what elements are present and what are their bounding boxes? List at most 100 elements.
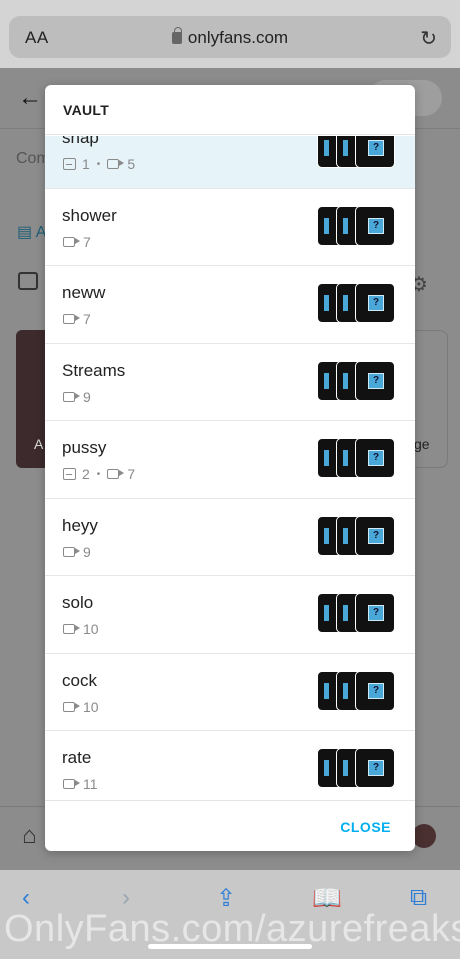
close-button[interactable]: CLOSE [340, 819, 391, 835]
vault-item[interactable]: pussy 2 • 7? [45, 421, 415, 499]
vault-item-thumbnails: ? [317, 670, 397, 711]
placeholder-icon: ? [368, 450, 384, 466]
vault-item-name: pussy [62, 438, 107, 457]
vault-item-thumbnails: ? [317, 136, 397, 168]
modal-footer: CLOSE [45, 800, 415, 851]
placeholder-edge [343, 682, 348, 699]
vault-item-thumbnails: ? [317, 438, 397, 478]
url-field[interactable]: AA onlyfans.com ↻ [9, 16, 451, 58]
video-icon [63, 624, 75, 634]
modal-header: VAULT [45, 85, 415, 135]
vault-item-thumbnails: ? [317, 515, 397, 556]
vault-item-counts: 11 [63, 776, 98, 792]
thumbnail-label: A [34, 436, 44, 452]
vault-modal: VAULT snap 1 • 5? shower 7? neww 7? Streams 9? pus… [45, 85, 415, 851]
video-icon [63, 236, 75, 247]
vault-item-counts: 2 • 7 [63, 466, 135, 482]
vault-item-counts: 9 [63, 544, 91, 560]
video-icon [63, 546, 75, 557]
thumbnail-image-icon: ? [355, 515, 395, 556]
video-count: 10 [83, 621, 99, 637]
modal-title: VAULT [63, 102, 110, 118]
video-icon [63, 314, 75, 324]
placeholder-edge [343, 372, 348, 389]
vault-item[interactable]: heyy 9? [45, 499, 415, 576]
reload-icon[interactable]: ↻ [420, 26, 437, 51]
url-text: onlyfans.com [187, 28, 289, 47]
count-separator: • [96, 468, 101, 480]
vault-item[interactable]: rate 11? [45, 731, 415, 800]
vault-item-thumbnails: ? [317, 360, 397, 401]
vault-item[interactable]: cock 10? [45, 654, 415, 731]
placeholder-edge [343, 605, 348, 621]
vault-item-counts: 9 [63, 389, 91, 405]
thumbnail-image-icon: ? [355, 438, 395, 478]
lock-icon [171, 27, 182, 44]
placeholder-icon: ? [368, 527, 384, 544]
vault-item-counts: 10 [63, 699, 99, 715]
placeholder-edge [324, 527, 329, 544]
vault-item[interactable]: neww 7? [45, 266, 415, 344]
placeholder-icon: ? [368, 760, 384, 776]
placeholder-edge [324, 372, 329, 389]
thumbnail-image-icon: ? [355, 283, 395, 323]
vault-item-thumbnails: ? [317, 205, 397, 246]
image-icon[interactable] [18, 272, 38, 290]
video-icon [107, 159, 120, 169]
video-icon [63, 391, 75, 402]
thumbnail-image-icon: ? [355, 205, 395, 246]
browser-address-bar: AA onlyfans.com ↻ [0, 0, 460, 68]
video-count: 11 [83, 776, 98, 792]
avatar[interactable] [412, 824, 436, 848]
video-count: 7 [83, 233, 91, 250]
placeholder-edge [324, 450, 329, 466]
vault-item-counts: 10 [63, 621, 99, 637]
video-count: 7 [83, 311, 91, 327]
placeholder-icon: ? [368, 372, 384, 389]
placeholder-icon: ? [368, 295, 384, 311]
vault-item-counts: 1 • 5 [63, 156, 135, 172]
placeholder-icon: ? [368, 682, 384, 699]
back-arrow-icon[interactable]: ← [18, 84, 42, 112]
vault-item-counts: 7 [63, 234, 91, 250]
video-count: 9 [83, 388, 91, 405]
placeholder-edge [343, 217, 348, 234]
placeholder-edge [324, 682, 329, 699]
calendar-icon[interactable]: ▤ A [17, 222, 46, 242]
vault-item-name: neww [62, 283, 106, 302]
vault-item[interactable]: Streams 9? [45, 344, 415, 421]
vault-item-thumbnails: ? [317, 283, 397, 323]
video-count: 9 [83, 543, 91, 560]
thumbnail-image-icon: ? [355, 670, 395, 711]
card-label: ge [414, 436, 430, 452]
placeholder-edge [324, 760, 329, 776]
thumbnail-image-icon: ? [355, 136, 395, 168]
photo-count: 2 [82, 466, 90, 482]
video-icon [107, 469, 120, 479]
placeholder-edge [343, 527, 348, 544]
count-separator: • [96, 158, 101, 170]
vault-item-thumbnails: ? [317, 593, 397, 633]
vault-item-name: shower [62, 205, 117, 225]
vault-list[interactable]: snap 1 • 5? shower 7? neww 7? Streams 9? pussy 2 • 7?… [45, 136, 415, 800]
placeholder-icon: ? [368, 140, 384, 156]
placeholder-icon: ? [368, 605, 384, 621]
placeholder-edge [324, 140, 329, 156]
url-display[interactable]: onlyfans.com [9, 27, 451, 48]
vault-item-name: Streams [62, 360, 126, 380]
photo-icon [63, 158, 76, 170]
placeholder-edge [343, 760, 348, 776]
vault-item-name: solo [62, 593, 94, 612]
video-count: 5 [127, 156, 136, 172]
vault-item[interactable]: snap 1 • 5? [45, 136, 415, 189]
placeholder-edge [343, 450, 348, 466]
video-icon [63, 779, 75, 789]
placeholder-icon: ? [368, 217, 384, 234]
vault-item[interactable]: solo 10? [45, 576, 415, 654]
placeholder-edge [324, 605, 329, 621]
thumbnail-image-icon: ? [355, 748, 395, 788]
video-count: 10 [83, 698, 99, 715]
vault-item-name: snap [62, 136, 99, 147]
home-icon[interactable]: ⌂ [22, 822, 37, 850]
vault-item[interactable]: shower 7? [45, 189, 415, 266]
